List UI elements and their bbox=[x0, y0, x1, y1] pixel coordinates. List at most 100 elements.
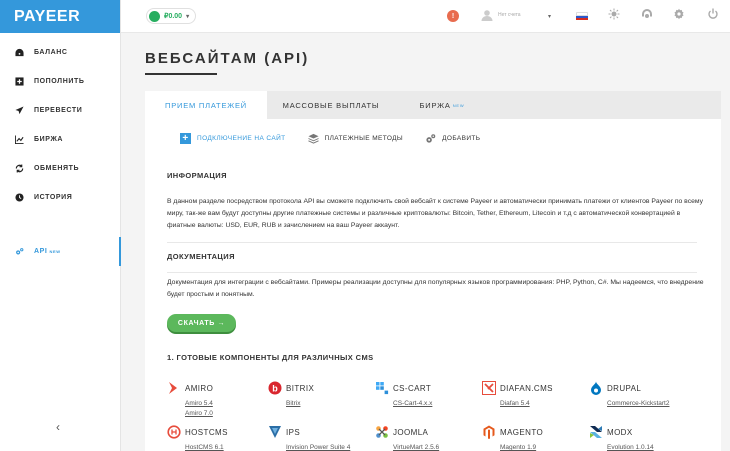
title-underline bbox=[145, 73, 217, 75]
cms-joomla: JOOMLA VirtueMart 2.5.6 bbox=[375, 425, 485, 451]
cms-download-link[interactable]: Diafan 5.4 bbox=[500, 400, 530, 407]
sidebar: PAYEER БАЛАНС ПОПОЛНИТЬ ПЕРЕВЕСТИ БИРЖА … bbox=[0, 0, 121, 451]
subnav-payment-methods[interactable]: ПЛАТЕЖНЫЕ МЕТОДЫ bbox=[307, 133, 404, 144]
content-panel: + ПОДКЛЮЧЕНИЕ НА САЙТ ПЛАТЕЖНЫЕ МЕТОДЫ Д… bbox=[145, 119, 721, 451]
payeer-logo[interactable]: PAYEER bbox=[14, 8, 80, 26]
cms-download-link[interactable]: Bitrix bbox=[286, 400, 300, 407]
cms-diafan: DIAFAN.CMS Diafan 5.4 bbox=[482, 381, 592, 421]
sidebar-item-api[interactable]: API NEW bbox=[0, 237, 121, 266]
clock-icon bbox=[14, 193, 24, 203]
hostcms-icon bbox=[167, 425, 181, 439]
account-selector[interactable]: Нет счета bbox=[481, 9, 521, 21]
tab-bar: ПРИЕМ ПЛАТЕЖЕЙ МАССОВЫЕ ВЫПЛАТЫ БИРЖА NEW bbox=[145, 91, 721, 119]
chevron-down-icon: ▾ bbox=[186, 13, 190, 20]
cms-download-link[interactable]: HostCMS 6.1 bbox=[185, 444, 224, 451]
subnav-label: ПОДКЛЮЧЕНИЕ НА САЙТ bbox=[197, 135, 286, 142]
ips-icon bbox=[268, 425, 282, 439]
language-selector[interactable] bbox=[575, 9, 589, 23]
logo-bar: PAYEER bbox=[0, 0, 120, 33]
exchange-icon bbox=[14, 164, 24, 174]
cms-name: CS-CART bbox=[393, 384, 432, 393]
cms-name: IPS bbox=[286, 428, 301, 437]
cms-cs-cart: CS-CART CS-Cart-4.x.x bbox=[375, 381, 485, 421]
power-icon bbox=[707, 7, 719, 25]
cms-modx: MODX Evolution 1.0.14 bbox=[589, 425, 699, 451]
section-divider bbox=[167, 272, 697, 273]
modx-icon bbox=[589, 425, 603, 439]
cms-name: JOOMLA bbox=[393, 428, 429, 437]
cms-heading: 1. ГОТОВЫЕ КОМПОНЕНТЫ ДЛЯ РАЗЛИЧНЫХ CMS bbox=[167, 353, 374, 362]
sidebar-item-transfer[interactable]: ПЕРЕВЕСТИ bbox=[0, 96, 120, 125]
diafan-icon bbox=[482, 381, 496, 395]
cms-name: DIAFAN.CMS bbox=[500, 384, 553, 393]
plus-icon: + bbox=[180, 133, 191, 144]
svg-text:b: b bbox=[272, 384, 278, 394]
notifications-button[interactable]: ! bbox=[446, 9, 460, 23]
tab-payment-acceptance[interactable]: ПРИЕМ ПЛАТЕЖЕЙ bbox=[145, 91, 267, 119]
sidebar-item-swap[interactable]: ОБМЕНЯТЬ bbox=[0, 154, 120, 183]
cms-name: DRUPAL bbox=[607, 384, 642, 393]
cms-name: HOSTCMS bbox=[185, 428, 228, 437]
cms-name: BITRIX bbox=[286, 384, 315, 393]
cs-cart-icon bbox=[375, 381, 389, 395]
cms-download-link[interactable]: Magento 1.9 bbox=[500, 444, 536, 451]
sidebar-item-label: ПЕРЕВЕСТИ bbox=[34, 107, 83, 114]
support-button[interactable] bbox=[640, 9, 654, 23]
chevron-down-icon[interactable]: ▾ bbox=[548, 13, 551, 20]
magento-icon bbox=[482, 425, 496, 439]
collapse-sidebar-button[interactable]: ‹ bbox=[56, 420, 60, 434]
support-icon bbox=[641, 7, 653, 25]
top-bar: ₽0.00 ▾ ! Нет счета ▾ bbox=[121, 0, 730, 33]
subnav-label: ПЛАТЕЖНЫЕ МЕТОДЫ bbox=[324, 135, 404, 142]
subnav-label: ДОБАВИТЬ bbox=[442, 135, 481, 142]
cms-ips: IPS Invision Power Suite 4 bbox=[268, 425, 378, 451]
layers-icon bbox=[307, 133, 319, 144]
subnav-connect-site[interactable]: + ПОДКЛЮЧЕНИЕ НА САЙТ bbox=[180, 133, 286, 144]
settings-button[interactable] bbox=[672, 7, 686, 25]
balance-dropdown[interactable]: ₽0.00 ▾ bbox=[146, 8, 197, 24]
cms-drupal: DRUPAL Commerce-Kickstart2 bbox=[589, 381, 699, 421]
plus-square-icon bbox=[14, 77, 24, 87]
cms-download-link[interactable]: Amiro 7.0 bbox=[185, 410, 213, 417]
cms-download-link[interactable]: VirtueMart 2.5.6 bbox=[393, 444, 439, 451]
sidebar-item-deposit[interactable]: ПОПОЛНИТЬ bbox=[0, 67, 120, 96]
chart-icon bbox=[14, 135, 24, 145]
sidebar-item-label: БИРЖА bbox=[34, 136, 64, 143]
send-icon bbox=[14, 106, 24, 116]
info-text: В данном разделе посредством протокола A… bbox=[167, 198, 704, 229]
tab-exchange[interactable]: БИРЖА NEW bbox=[395, 91, 489, 119]
sidebar-item-label: API bbox=[34, 248, 48, 255]
cms-download-link[interactable]: CS-Cart-4.x.x bbox=[393, 400, 432, 407]
sidebar-item-history[interactable]: ИСТОРИЯ bbox=[0, 183, 120, 212]
gears-icon bbox=[14, 247, 24, 257]
joomla-icon bbox=[375, 425, 389, 439]
download-button[interactable]: СКАЧАТЬ → bbox=[167, 314, 236, 332]
theme-toggle-button[interactable] bbox=[607, 7, 621, 25]
cms-download-link[interactable]: Amiro 5.4 bbox=[185, 400, 213, 407]
account-placeholder: Нет счета bbox=[498, 12, 521, 18]
cms-magento: MAGENTO Magento 1.9 bbox=[482, 425, 592, 451]
dashboard-icon bbox=[14, 48, 24, 58]
balance-value: ₽0.00 bbox=[164, 13, 183, 20]
drupal-icon bbox=[589, 381, 603, 395]
sub-navigation: + ПОДКЛЮЧЕНИЕ НА САЙТ ПЛАТЕЖНЫЕ МЕТОДЫ Д… bbox=[180, 133, 480, 144]
new-badge: NEW bbox=[452, 102, 465, 108]
logout-button[interactable] bbox=[706, 7, 720, 25]
sidebar-item-label: ПОПОЛНИТЬ bbox=[34, 78, 85, 85]
sidebar-item-balance[interactable]: БАЛАНС bbox=[0, 38, 120, 67]
subnav-add[interactable]: ДОБАВИТЬ bbox=[425, 133, 480, 144]
cms-name: AMIRO bbox=[185, 384, 214, 393]
sidebar-item-exchange-market[interactable]: БИРЖА bbox=[0, 125, 120, 154]
section-divider bbox=[167, 242, 697, 243]
cms-download-link[interactable]: Commerce-Kickstart2 bbox=[607, 400, 669, 407]
gear-icon bbox=[673, 7, 685, 25]
info-heading: ИНФОРМАЦИЯ bbox=[167, 171, 227, 180]
cms-download-link[interactable]: Evolution 1.0.14 bbox=[607, 444, 654, 451]
cms-download-link[interactable]: Invision Power Suite 4 bbox=[286, 444, 350, 451]
gears-icon bbox=[425, 133, 436, 144]
alert-icon: ! bbox=[447, 10, 459, 22]
amiro-icon bbox=[167, 381, 181, 395]
sidebar-item-label: БАЛАНС bbox=[34, 49, 68, 56]
sun-icon bbox=[608, 7, 620, 25]
tab-mass-payouts[interactable]: МАССОВЫЕ ВЫПЛАТЫ bbox=[267, 91, 395, 119]
